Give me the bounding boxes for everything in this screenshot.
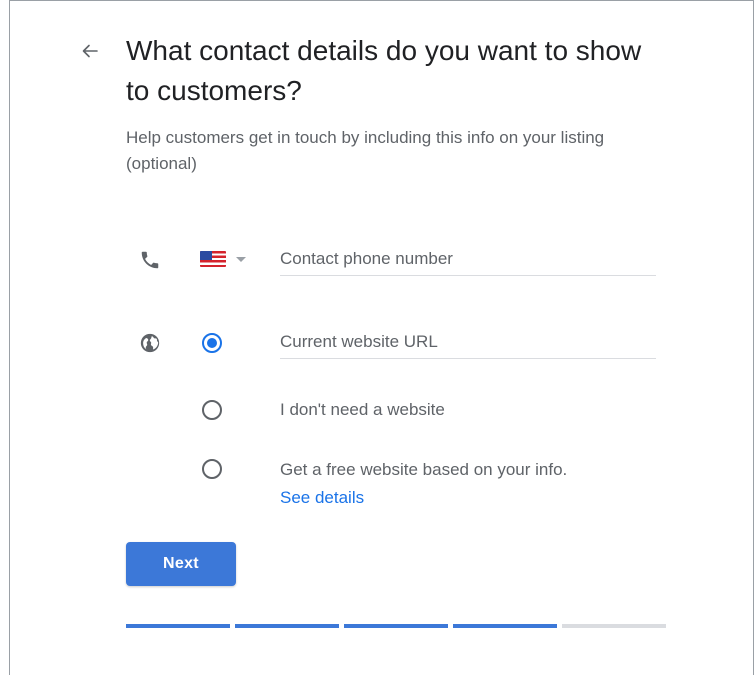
page-title: What contact details do you want to show… [126,35,642,106]
no-website-radio[interactable] [202,400,222,420]
globe-icon [138,331,162,355]
arrow-back-icon [82,44,98,58]
progress-segment [453,624,557,628]
free-website-label[interactable]: Get a free website based on your info. [280,457,567,483]
progress-segment [562,624,666,628]
us-flag-icon [200,251,226,267]
progress-bar [126,624,666,628]
progress-segment [344,624,448,628]
website-url-radio[interactable] [202,333,222,353]
chevron-down-icon [236,256,246,262]
next-button[interactable]: Next [126,542,236,586]
progress-segment [235,624,339,628]
progress-segment [126,624,230,628]
page-subtitle: Help customers get in touch by including… [126,128,605,173]
back-button[interactable] [74,35,106,67]
phone-icon [138,248,162,272]
no-website-label[interactable]: I don't need a website [280,397,445,423]
setup-card: What contact details do you want to show… [9,0,754,675]
website-url-input[interactable] [280,325,656,359]
see-details-link[interactable]: See details [280,485,364,511]
country-code-select[interactable] [200,248,246,270]
phone-number-input[interactable] [280,242,656,276]
free-website-radio[interactable] [202,459,222,479]
